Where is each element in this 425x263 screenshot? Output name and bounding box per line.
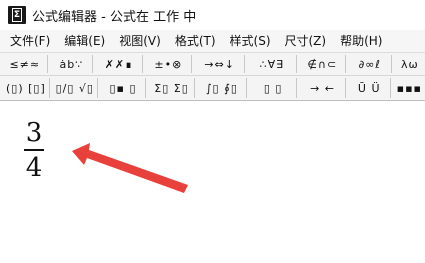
menu-file[interactable]: 文件(F): [0, 30, 56, 52]
menu-format[interactable]: 格式(T): [167, 30, 222, 52]
equation-editor-app-icon[interactable]: Σ: [8, 6, 26, 24]
fence-templates-icon[interactable]: (▯) [▯]: [3, 78, 50, 98]
relational-symbols-icon[interactable]: ≤≠≈: [3, 55, 48, 73]
annotation-arrow-shape: [72, 143, 188, 193]
title-bar: Σ 公式编辑器 - 公式在 工作 中: [0, 0, 425, 31]
embellishments-icon[interactable]: ✗✗∎: [96, 55, 143, 73]
annotation-arrow: [72, 143, 188, 193]
menu-bar: 文件(F) 编辑(E) 视图(V) 格式(T) 样式(S) 尺寸(Z) 帮助(H…: [0, 30, 425, 53]
spaces-and-ellipses-icon[interactable]: ȧb∵: [51, 55, 94, 73]
set-theory-symbols-icon[interactable]: ∉∩⊂: [300, 55, 346, 73]
integral-templates-icon[interactable]: ∫▯ ∮▯: [198, 78, 247, 98]
fraction-radical-templates-icon[interactable]: ▯/▯ √▯: [53, 78, 98, 98]
arrow-symbols-icon[interactable]: →⇔↓: [195, 55, 246, 73]
equation-editing-area[interactable]: 3 4: [0, 101, 425, 263]
underbar-overbar-templates-icon[interactable]: ▯ ▯: [250, 78, 298, 98]
products-set-theory-templates-icon[interactable]: Ū Ü: [349, 78, 391, 98]
misc-symbols-icon[interactable]: ∂∞ℓ: [349, 55, 392, 73]
greek-lowercase-icon[interactable]: λω: [395, 55, 425, 73]
menu-view[interactable]: 视图(V): [111, 30, 167, 52]
menu-help[interactable]: 帮助(H): [332, 30, 388, 52]
logical-symbols-icon[interactable]: ∴∀∃: [248, 55, 297, 73]
menu-edit[interactable]: 编辑(E): [56, 30, 111, 52]
template-palette-row: (▯) [▯] ▯/▯ √▯ ▯▪ ▯ Σ▯ Σ▯ ∫▯ ∮▯ ▯ ▯ → ← …: [0, 76, 425, 101]
menu-size[interactable]: 尺寸(Z): [277, 30, 333, 52]
app-icon-label: Σ: [11, 8, 23, 22]
operator-symbols-icon[interactable]: ±•⊗: [146, 55, 193, 73]
labeled-arrow-templates-icon[interactable]: → ←: [300, 78, 346, 98]
menu-style[interactable]: 样式(S): [222, 30, 277, 52]
matrix-templates-icon[interactable]: ▪▪▪: [394, 78, 425, 98]
summation-templates-icon[interactable]: Σ▯ Σ▯: [149, 78, 195, 98]
window-title: 公式编辑器 - 公式在 工作 中: [32, 9, 197, 25]
symbol-palette-row: ≤≠≈ ȧb∵ ✗✗∎ ±•⊗ →⇔↓ ∴∀∃ ∉∩⊂ ∂∞ℓ λω: [0, 53, 425, 76]
subscript-superscript-templates-icon[interactable]: ▯▪ ▯: [101, 78, 147, 98]
